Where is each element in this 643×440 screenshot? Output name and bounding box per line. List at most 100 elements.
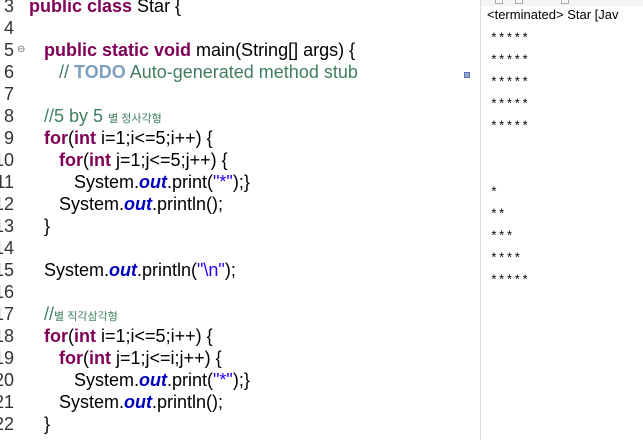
code-line[interactable]: 4 <box>0 17 444 39</box>
console-output-line: ***** <box>490 53 530 68</box>
code-token: .println(); <box>152 194 224 214</box>
code-token: j=1;j<=5;j++) { <box>111 150 228 170</box>
line-number: 17 <box>0 304 14 324</box>
line-number: 20 <box>0 370 14 390</box>
code-line[interactable]: 14 <box>0 237 444 259</box>
code-text: for(int i=1;i<=5;i++) { <box>29 325 213 347</box>
code-token: out <box>124 392 153 412</box>
line-number: 11 <box>0 172 14 192</box>
console-output-line: ***** <box>490 97 530 112</box>
code-token: TODO <box>74 62 126 82</box>
fold-toggle-icon[interactable]: ⊖ <box>17 45 25 55</box>
code-line[interactable]: 12 System.out.println(); <box>0 193 444 215</box>
code-text: System.out.print("*");} <box>29 369 250 391</box>
console-output-line: ***** <box>490 31 530 46</box>
code-line[interactable]: 6 // TODO Auto-generated method stub <box>0 61 444 83</box>
code-text: System.out.print("*");} <box>29 171 250 193</box>
code-token: "*" <box>213 370 233 390</box>
code-token: for <box>59 348 84 368</box>
console-toolbar <box>481 0 643 6</box>
code-line[interactable]: 8 //5 by 5 별 정사각형 <box>0 105 444 127</box>
line-number: 6 <box>3 62 14 82</box>
code-token: .print( <box>167 370 214 390</box>
code-text: } <box>29 413 50 435</box>
code-token: System. <box>29 370 140 390</box>
code-line[interactable]: 19 for(int j=1;j<=i;j++) { <box>0 347 444 369</box>
code-token: );} <box>232 172 250 192</box>
code-token: "*" <box>213 172 233 192</box>
code-token: 별 직각삼각형 <box>54 311 118 323</box>
code-token: // <box>59 62 75 82</box>
code-text: for(int i=1;i<=5;i++) { <box>29 127 213 149</box>
line-number: 19 <box>0 348 14 368</box>
code-token: Star { <box>132 0 182 16</box>
line-number: 22 <box>0 414 14 434</box>
code-line[interactable]: 5 ⊖ public static void main(String[] args… <box>0 39 444 61</box>
code-token: //5 by 5 <box>44 106 109 126</box>
code-token: // <box>44 304 55 324</box>
code-token: main(String[] args) { <box>191 40 356 60</box>
code-token: int <box>89 150 112 170</box>
code-token: .println( <box>137 260 198 280</box>
line-number: 8 <box>3 106 14 126</box>
code-line[interactable]: 13 } <box>0 215 444 237</box>
scroll-lock-icon[interactable] <box>515 0 523 4</box>
line-number: 18 <box>0 326 14 346</box>
line-number: 14 <box>0 238 14 258</box>
code-text: for(int j=1;j<=5;j++) { <box>29 149 228 171</box>
code-line[interactable]: 20 System.out.print("*");} <box>0 369 444 391</box>
code-line[interactable]: 22 } <box>0 413 444 435</box>
code-token: public static void <box>44 40 192 60</box>
line-number: 5 <box>3 40 14 60</box>
code-text: System.out.println(); <box>29 391 223 413</box>
code-token: out <box>139 370 168 390</box>
pin-console-icon[interactable] <box>561 0 569 4</box>
code-line[interactable]: 16 <box>0 281 444 303</box>
code-text: System.out.println("\n"); <box>29 259 236 281</box>
code-editor[interactable]: 3 public class Star {4 5 ⊖ public static vo… <box>0 0 444 440</box>
console-output: ***** ***** ***** ***** ***** * ** *** **** ***** <box>490 28 640 292</box>
code-token: 별 정사각형 <box>108 113 162 125</box>
line-number: 15 <box>0 260 14 280</box>
code-line[interactable]: 21 System.out.println(); <box>0 391 444 413</box>
code-token: } <box>29 216 51 236</box>
code-token: System. <box>29 194 125 214</box>
console-output-line: ***** <box>490 75 530 90</box>
console-view[interactable]: <terminated> Star [Jav ***** ***** ***** **… <box>481 0 643 440</box>
clear-console-icon[interactable] <box>495 0 503 4</box>
code-token: for <box>44 326 69 346</box>
code-line[interactable]: 17 //별 직각삼각형 <box>0 303 444 325</box>
line-number: 16 <box>0 282 14 302</box>
line-number: 3 <box>3 0 14 16</box>
code-token: int <box>89 348 112 368</box>
code-token: "\n" <box>197 260 225 280</box>
code-token: for <box>59 150 84 170</box>
code-line[interactable]: 10 for(int j=1;j<=5;j++) { <box>0 149 444 171</box>
line-number: 21 <box>0 392 14 412</box>
code-token: Auto-generated method stub <box>125 62 358 82</box>
code-line[interactable]: 3 public class Star { <box>0 0 444 17</box>
code-line[interactable]: 9 for(int i=1;i<=5;i++) { <box>0 127 444 149</box>
code-line[interactable]: 15 System.out.println("\n"); <box>0 259 444 281</box>
code-line[interactable]: 11 System.out.print("*");} <box>0 171 444 193</box>
console-output-line: ***** <box>490 119 530 134</box>
code-token: ); <box>224 260 236 280</box>
console-output-line: **** <box>490 251 522 266</box>
code-text: public class Star { <box>29 0 181 17</box>
task-marker-icon[interactable] <box>464 72 470 78</box>
code-line[interactable]: 7 <box>0 83 444 105</box>
code-token: .println(); <box>152 392 224 412</box>
code-text: for(int j=1;j<=i;j++) { <box>29 347 222 369</box>
code-line[interactable]: 18 for(int i=1;i<=5;i++) { <box>0 325 444 347</box>
code-token: i=1;i<=5;i++) { <box>96 128 213 148</box>
